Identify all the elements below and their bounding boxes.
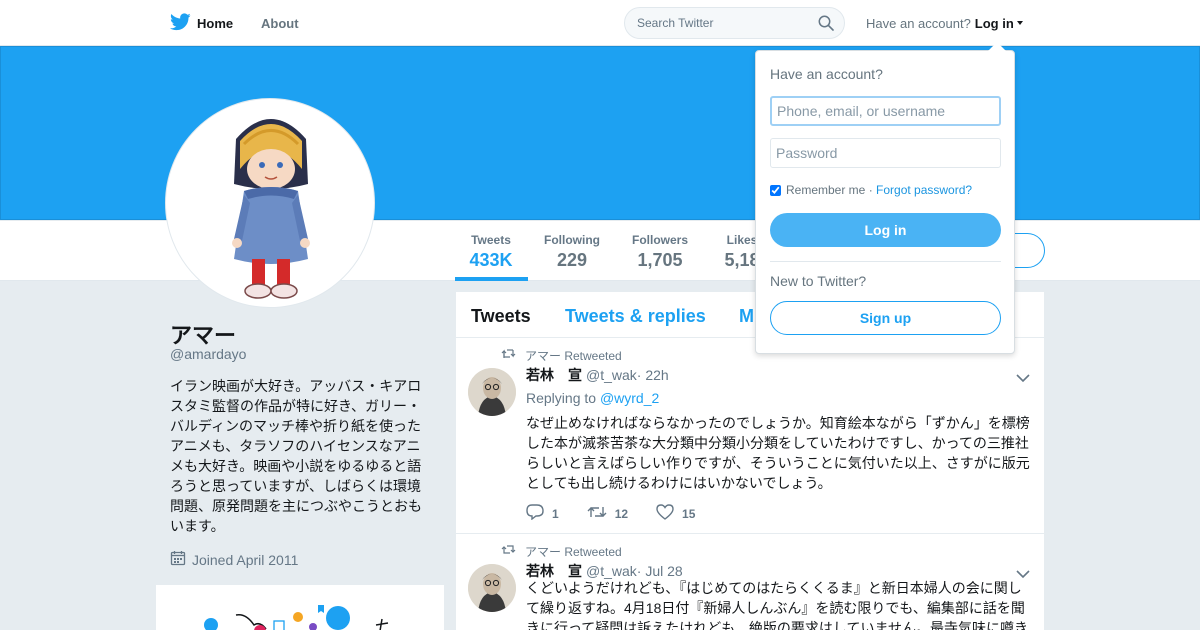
dropdown-divider (770, 261, 1001, 262)
have-account-text: Have an account? (866, 15, 971, 31)
twitter-bird-icon (170, 12, 191, 34)
retweet-context: アマー Retweeted (501, 347, 622, 364)
retweet-context-text: アマー Retweeted (525, 545, 622, 559)
search-icon[interactable] (818, 15, 834, 36)
tweet-author-avatar[interactable] (468, 368, 516, 416)
active-stat-underline (455, 277, 528, 281)
profile-joined: Joined April 2011 (170, 550, 298, 569)
replying-to-label: Replying to (526, 390, 597, 406)
nav-home-label: Home (197, 15, 234, 31)
stat-following-label: Following (544, 233, 600, 247)
new-to-twitter-text: New to Twitter? (770, 273, 867, 289)
retweet-icon (587, 505, 615, 522)
stat-following[interactable]: Following 229 (538, 233, 606, 271)
doll-avatar-image (232, 119, 310, 299)
chevron-down-icon[interactable] (1016, 370, 1030, 388)
stat-followers[interactable]: Followers 1,705 (627, 233, 693, 271)
like-button[interactable]: 15 (656, 504, 695, 523)
tweet-text: くどいようだけれども、『はじめてのはたらくくるま』と新日本婦人の会に関して繰り返… (526, 580, 1029, 630)
tab-media[interactable]: M (739, 306, 754, 327)
stat-following-value: 229 (556, 250, 588, 270)
tweet-actions: 1 12 15 (526, 504, 723, 523)
remember-me-label: Remember me · (786, 183, 873, 197)
account-prompt: Have an account? Log in (866, 0, 1023, 46)
tweet-header: 若林 宣 @t_wak · 22h (526, 365, 669, 385)
retweet-button[interactable]: 12 (587, 504, 628, 523)
search-box (624, 7, 845, 39)
tab-tweets[interactable]: Tweets (471, 306, 531, 327)
login-toggle-label: Log in (974, 15, 1014, 31)
reply-button[interactable]: 1 (526, 504, 559, 523)
reply-icon (526, 504, 552, 523)
login-dropdown-toggle[interactable]: Log in (975, 16, 1023, 31)
password-field[interactable] (770, 138, 1001, 168)
profile-joined-text: Joined April 2011 (192, 551, 299, 568)
tweet-item[interactable]: アマー Retweeted 若林 宣 @t_wak · Jul 28 くどいよう… (456, 534, 1044, 630)
retweet-icon (501, 544, 525, 559)
stat-tweets-value: 433K (469, 250, 513, 270)
login-button[interactable]: Log in (770, 213, 1001, 247)
remember-me-checkbox[interactable] (770, 184, 781, 196)
nav-about[interactable]: About (261, 0, 299, 46)
tweet-author-handle[interactable]: @t_wak (586, 563, 637, 579)
heart-icon (656, 504, 682, 523)
profile-avatar[interactable] (165, 98, 375, 308)
tab-tweets-and-replies[interactable]: Tweets & replies (565, 306, 706, 327)
search-input[interactable] (625, 8, 805, 38)
tweet-author-avatar[interactable] (468, 564, 516, 612)
stat-tweets-label: Tweets (471, 233, 511, 247)
tweet-item[interactable]: アマー Retweeted 若林 宣 @t_wak · 22h Replying… (456, 338, 1044, 534)
calendar-icon (170, 550, 192, 569)
remember-me-row: Remember me · Forgot password? (770, 183, 972, 197)
profile-handle[interactable]: @amardayo (170, 346, 246, 362)
forgot-password-link[interactable]: Forgot password? (876, 183, 972, 197)
caret-down-icon (1016, 21, 1023, 25)
replying-to: Replying to @wyrd_2 (526, 390, 659, 406)
top-bar: Home About Have an account? Log in (0, 0, 1200, 46)
media-card (156, 585, 444, 630)
login-dropdown: Have an account? Remember me · Forgot pa… (755, 42, 1015, 354)
like-count: 15 (682, 506, 696, 521)
stat-followers-value: 1,705 (637, 250, 683, 270)
retweet-context-text: アマー Retweeted (525, 349, 622, 363)
tweet-timestamp[interactable]: · Jul 28 (637, 563, 683, 579)
nav-home[interactable]: Home (170, 0, 233, 46)
retweet-icon (501, 348, 525, 363)
reply-count: 1 (552, 506, 559, 521)
stat-followers-label: Followers (631, 233, 688, 247)
username-field[interactable] (770, 96, 1001, 126)
signup-button[interactable]: Sign up (770, 301, 1001, 335)
stat-tweets[interactable]: Tweets 433K (455, 233, 527, 271)
media-card-illustration (204, 605, 389, 630)
tweet-timestamp[interactable]: · 22h (637, 367, 669, 383)
tweet-text: なぜ止めなければならなかったのでしょうか。知育絵本ながら「ずかん」を標榜した本が… (526, 415, 1030, 491)
retweet-count: 12 (614, 506, 629, 521)
login-dropdown-title: Have an account? (770, 66, 883, 82)
profile-bio: イラン映画が大好き。アッバス・キアロスタミ監督の作品が特に好き、ガリー・バルディ… (170, 378, 422, 534)
retweet-context: アマー Retweeted (501, 543, 622, 560)
replying-to-handle[interactable]: @wyrd_2 (600, 390, 659, 406)
tweet-author-handle[interactable]: @t_wak (586, 367, 637, 383)
tweet-author-name[interactable]: 若林 宣 (526, 365, 582, 385)
